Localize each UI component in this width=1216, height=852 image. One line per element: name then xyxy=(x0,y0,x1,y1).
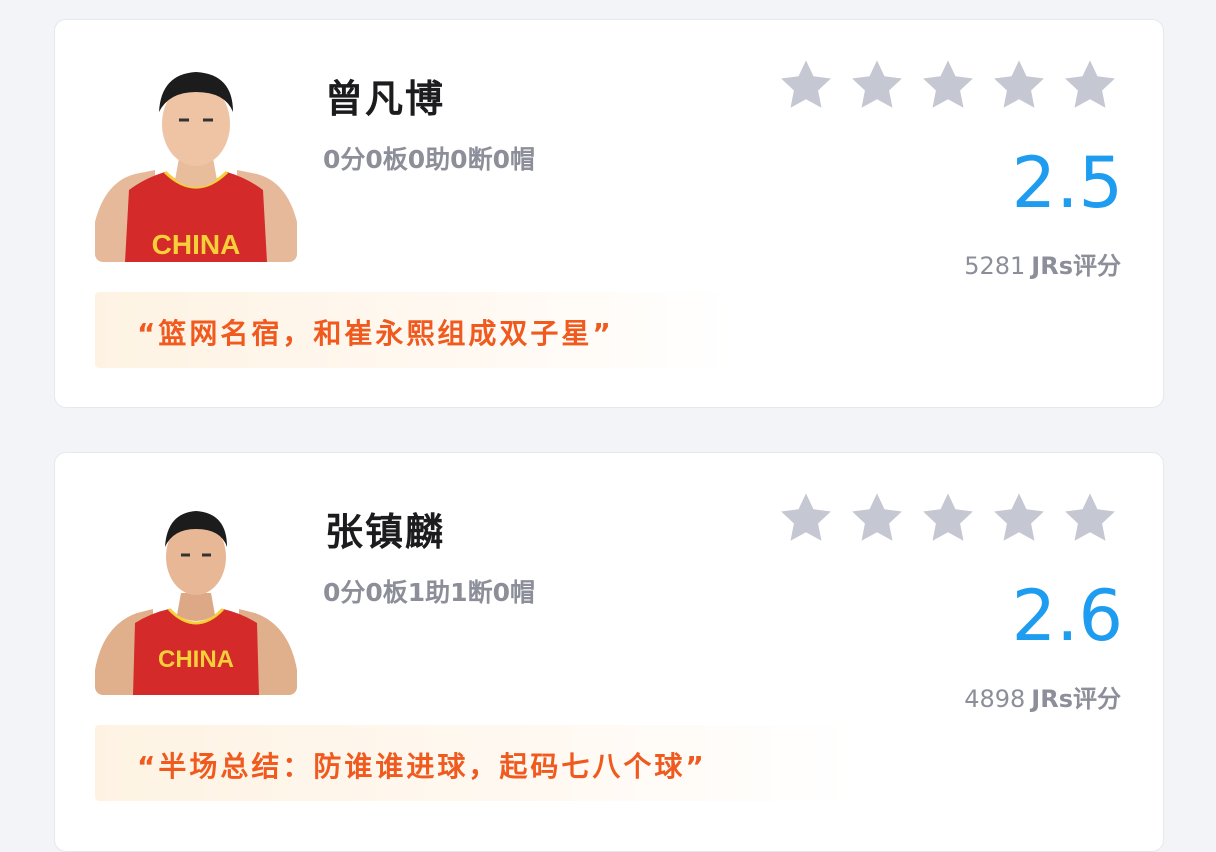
rating-unit: JRs评分 xyxy=(1031,252,1121,280)
player-photo: CHINA xyxy=(95,495,297,695)
rating-count-number: 4898 xyxy=(964,685,1026,713)
rating-count: 5281 JRs评分 xyxy=(964,246,1121,281)
top-comment[interactable]: “篮网名宿，和崔永熙组成双子星” xyxy=(95,292,735,368)
player-stats: 0分0板1助1断0帽 xyxy=(323,578,535,607)
top-comment[interactable]: “半场总结：防谁谁进球，起码七八个球” xyxy=(95,725,855,801)
average-score: 2.5 xyxy=(1011,142,1123,224)
player-stats: 0分0板0助0断0帽 xyxy=(323,145,535,174)
star-rating[interactable] xyxy=(777,489,1119,547)
player-name: 曾凡博 xyxy=(325,77,446,121)
star-icon[interactable] xyxy=(1061,489,1119,547)
star-icon[interactable] xyxy=(990,489,1048,547)
average-score: 2.6 xyxy=(1011,575,1123,657)
top-comment-text: “篮网名宿，和崔永熙组成双子星” xyxy=(137,317,614,350)
star-icon[interactable] xyxy=(1061,56,1119,114)
star-icon[interactable] xyxy=(777,489,835,547)
rating-count-number: 5281 xyxy=(964,252,1026,280)
jersey-text: CHINA xyxy=(152,229,241,260)
rating-unit: JRs评分 xyxy=(1031,685,1121,713)
star-icon[interactable] xyxy=(919,489,977,547)
star-icon[interactable] xyxy=(848,56,906,114)
player-rating-card[interactable]: CHINA 曾凡博 0分0板0助0断0帽 2.5 5281 JRs评分 “篮网名宿… xyxy=(54,19,1164,408)
rating-count: 4898 JRs评分 xyxy=(964,679,1121,714)
top-comment-text: “半场总结：防谁谁进球，起码七八个球” xyxy=(137,750,707,783)
star-icon[interactable] xyxy=(990,56,1048,114)
player-name: 张镇麟 xyxy=(325,510,446,554)
player-photo: CHINA xyxy=(95,62,297,262)
jersey-text: CHINA xyxy=(158,646,234,673)
star-icon[interactable] xyxy=(919,56,977,114)
player-rating-card[interactable]: CHINA 张镇麟 0分0板1助1断0帽 2.6 4898 JRs评分 “半场总结… xyxy=(54,452,1164,852)
star-icon[interactable] xyxy=(848,489,906,547)
star-icon[interactable] xyxy=(777,56,835,114)
star-rating[interactable] xyxy=(777,56,1119,114)
